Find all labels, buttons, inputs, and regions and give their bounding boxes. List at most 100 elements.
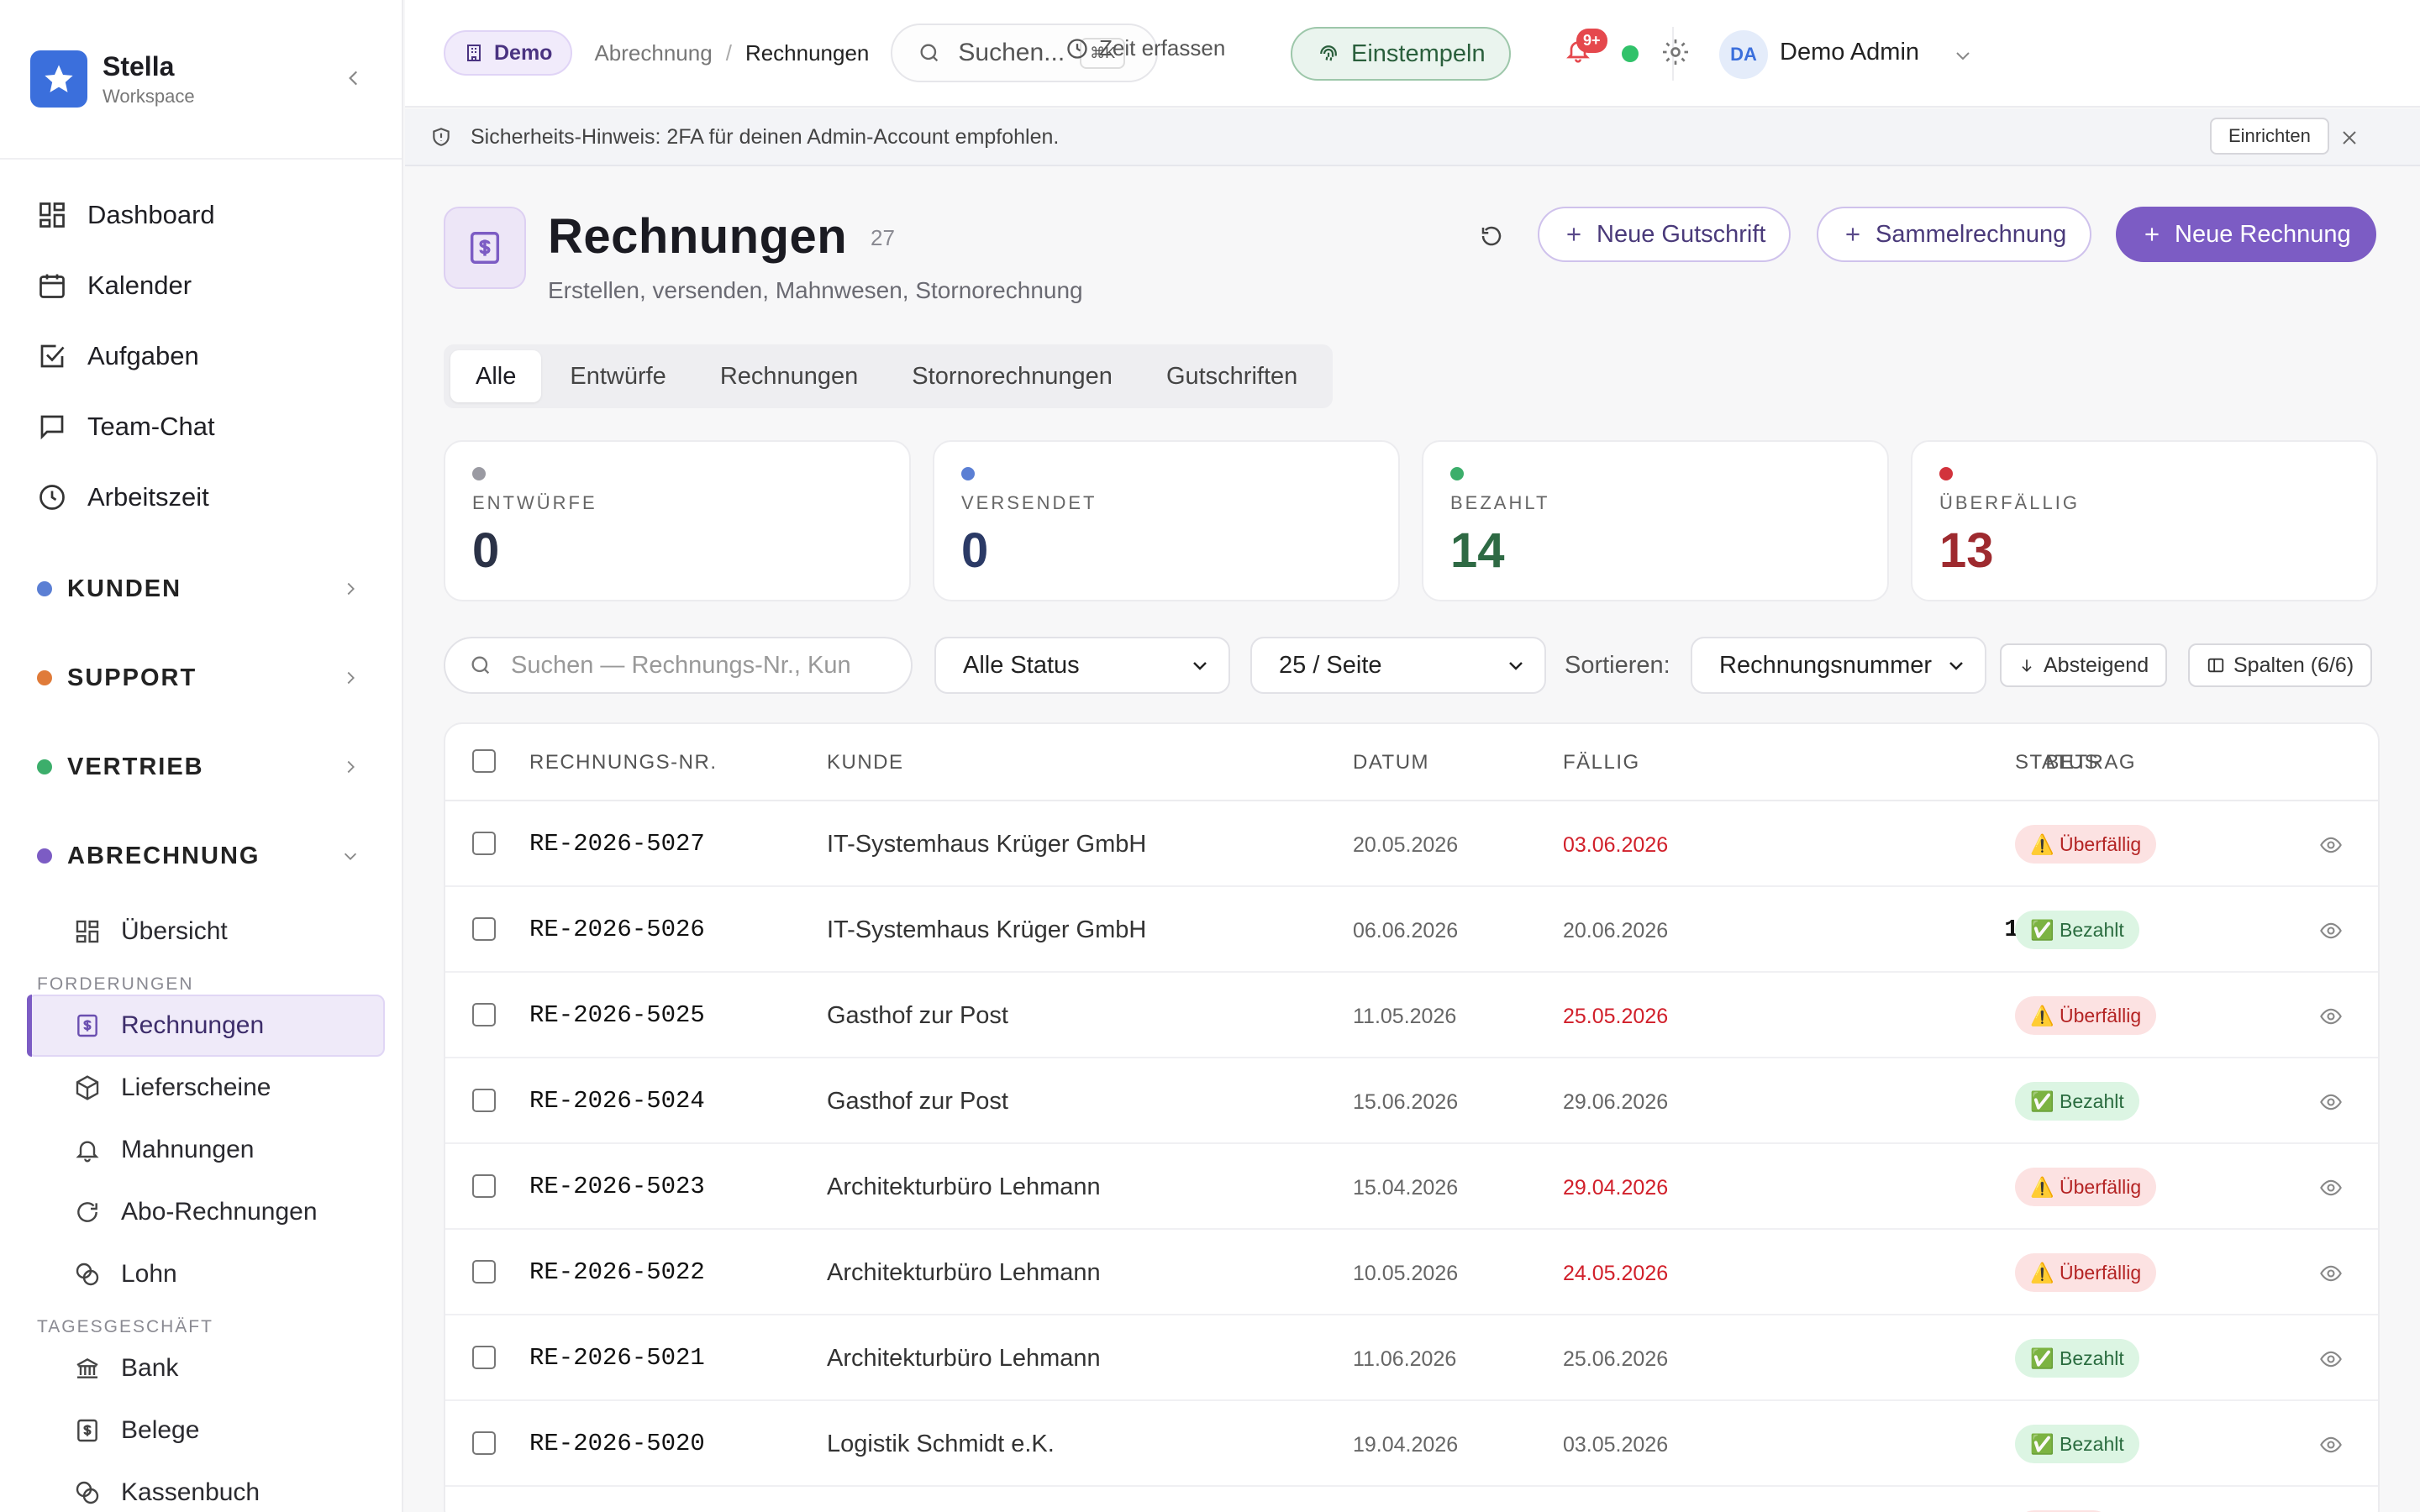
row-checkbox[interactable] xyxy=(472,1346,496,1369)
column-header-datum[interactable]: DATUM xyxy=(1353,751,1429,774)
invoice-number[interactable]: RE-2026-5021 xyxy=(529,1344,705,1372)
table-row[interactable]: RE-2026-5020 Logistik Schmidt e.K. 19.04.2… xyxy=(445,1401,2378,1487)
sidebar-item-bank[interactable]: Bank xyxy=(27,1337,385,1399)
row-checkbox[interactable] xyxy=(472,1174,496,1198)
column-header-nr[interactable]: RECHNUNGS-NR. xyxy=(529,751,718,774)
avatar[interactable]: DA xyxy=(1719,30,1768,79)
status-select[interactable]: Alle Status xyxy=(934,637,1230,694)
stat-card-ueberfaellig[interactable]: ÜBERFÄLLIG 13 xyxy=(1911,440,2378,601)
column-header-kunde[interactable]: KUNDE xyxy=(827,751,904,774)
sidebar-item-mahnungen[interactable]: Mahnungen xyxy=(27,1119,385,1181)
sammelrechnung-button[interactable]: Sammelrechnung xyxy=(1817,207,2092,262)
sort-select[interactable]: Rechnungsnummer xyxy=(1691,637,1986,694)
table-row[interactable]: RE-2026-5024 Gasthof zur Post 15.06.2026 29… xyxy=(445,1058,2378,1144)
column-header-faellig[interactable]: FÄLLIG xyxy=(1563,751,1640,774)
group-abrechnung[interactable]: ABRECHNUNG xyxy=(0,811,402,900)
search-placeholder: Suchen — Rechnungs-Nr., Kun xyxy=(511,651,851,679)
stat-value: 13 xyxy=(1939,523,1994,578)
sidebar: Stella Workspace Dashboard Kalender Aufg… xyxy=(0,0,403,1512)
due-date: 24.05.2026 xyxy=(1563,1262,1669,1285)
table-row[interactable]: RE-2026-5026 IT-Systemhaus Krüger GmbH 06.… xyxy=(445,887,2378,973)
user-name[interactable]: Demo Admin xyxy=(1780,39,1919,66)
status-badge: ⚠️ Überfällig xyxy=(2015,996,2157,1035)
shield-icon xyxy=(433,128,450,146)
eye-icon[interactable] xyxy=(2319,1176,2343,1200)
table-row[interactable]: RE-2026-5023 Architekturbüro Lehmann 15.04… xyxy=(445,1144,2378,1230)
sidebar-item-rechnungen[interactable]: Rechnungen xyxy=(27,995,385,1057)
eye-icon[interactable] xyxy=(2319,919,2343,942)
table-row[interactable]: RE-2026-5021 Architekturbüro Lehmann 11.06… xyxy=(445,1315,2378,1401)
sort-order-button[interactable]: Absteigend xyxy=(2000,643,2168,687)
nav-label: Aufgaben xyxy=(87,341,199,370)
eye-icon[interactable] xyxy=(2319,1347,2343,1371)
sidebar-item-abo-rechnungen[interactable]: Abo-Rechnungen xyxy=(27,1181,385,1243)
coins-icon xyxy=(76,1481,99,1504)
row-checkbox[interactable] xyxy=(472,917,496,941)
invoice-search-input[interactable]: Suchen — Rechnungs-Nr., Kun xyxy=(444,637,913,694)
breadcrumb-abrechnung[interactable]: Abrechnung xyxy=(594,40,712,66)
select-all-checkbox[interactable] xyxy=(472,749,496,773)
group-vertrieb[interactable]: VERTRIEB xyxy=(0,722,402,811)
sidebar-item-lieferscheine[interactable]: Lieferscheine xyxy=(27,1057,385,1119)
group-kunden[interactable]: KUNDEN xyxy=(0,544,402,633)
invoice-number[interactable]: RE-2026-5023 xyxy=(529,1173,705,1200)
collapse-sidebar-icon[interactable] xyxy=(343,67,365,89)
invoice-number[interactable]: RE-2026-5027 xyxy=(529,830,705,858)
invoice-number[interactable]: RE-2026-5020 xyxy=(529,1430,705,1457)
sidebar-item-kassenbuch[interactable]: Kassenbuch xyxy=(27,1462,385,1512)
invoice-number[interactable]: RE-2026-5026 xyxy=(529,916,705,943)
close-icon[interactable] xyxy=(2314,128,2378,148)
neue-rechnung-button[interactable]: Neue Rechnung xyxy=(2116,207,2376,262)
invoice-number[interactable]: RE-2026-5025 xyxy=(529,1001,705,1029)
sidebar-item-belege[interactable]: Belege xyxy=(27,1399,385,1462)
nav-arbeitszeit[interactable]: Arbeitszeit xyxy=(0,462,402,533)
nav-team-chat[interactable]: Team-Chat xyxy=(0,391,402,462)
select-value: 25 / Seite xyxy=(1279,651,1382,679)
neue-gutschrift-button[interactable]: Neue Gutschrift xyxy=(1538,207,1791,262)
row-checkbox[interactable] xyxy=(472,1431,496,1455)
select-value: Rechnungsnummer xyxy=(1719,651,1933,679)
table-row[interactable]: RE-2026-5027 IT-Systemhaus Krüger GmbH 20.… xyxy=(445,801,2378,887)
group-dot xyxy=(37,759,52,774)
group-support[interactable]: SUPPORT xyxy=(0,633,402,722)
row-checkbox[interactable] xyxy=(472,1089,496,1112)
sidebar-item-lohn[interactable]: Lohn xyxy=(27,1243,385,1305)
invoice-number[interactable]: RE-2026-5024 xyxy=(529,1087,705,1115)
row-checkbox[interactable] xyxy=(472,1260,496,1284)
tab-rechnungen[interactable]: Rechnungen xyxy=(695,350,883,402)
stat-card-bezahlt[interactable]: BEZAHLT 14 xyxy=(1422,440,1889,601)
eye-icon[interactable] xyxy=(2319,1005,2343,1028)
nav-kalender[interactable]: Kalender xyxy=(0,250,402,321)
tab-entwuerfe[interactable]: Entwürfe xyxy=(544,350,691,402)
row-checkbox[interactable] xyxy=(472,1003,496,1026)
eye-icon[interactable] xyxy=(2319,1433,2343,1457)
tab-stornorechnungen[interactable]: Stornorechnungen xyxy=(886,350,1138,402)
demo-badge[interactable]: Demo xyxy=(444,30,573,76)
zeit-erfassen-button[interactable]: Zeit erfassen xyxy=(1065,35,1225,61)
table-row[interactable] xyxy=(445,1487,2378,1512)
eye-icon[interactable] xyxy=(2319,833,2343,857)
stat-card-versendet[interactable]: VERSENDET 0 xyxy=(933,440,1400,601)
table-row[interactable]: RE-2026-5022 Architekturbüro Lehmann 10.05… xyxy=(445,1230,2378,1315)
columns-button[interactable]: Spalten (6/6) xyxy=(2188,643,2373,687)
einstempeln-button[interactable]: Einstempeln xyxy=(1291,27,1511,81)
einrichten-button[interactable]: Einrichten xyxy=(2210,118,2329,155)
invoice-number[interactable]: RE-2026-5022 xyxy=(529,1258,705,1286)
row-checkbox[interactable] xyxy=(472,832,496,855)
table-row[interactable]: RE-2026-5025 Gasthof zur Post 11.05.2026 25… xyxy=(445,973,2378,1058)
tab-alle[interactable]: Alle xyxy=(450,350,542,402)
per-page-select[interactable]: 25 / Seite xyxy=(1250,637,1546,694)
nav-dashboard[interactable]: Dashboard xyxy=(0,180,402,250)
eye-icon[interactable] xyxy=(2319,1262,2343,1285)
eye-icon[interactable] xyxy=(2319,1090,2343,1114)
sidebar-item-uebersicht[interactable]: Übersicht xyxy=(27,900,385,963)
tab-gutschriften[interactable]: Gutschriften xyxy=(1141,350,1323,402)
refresh-icon[interactable] xyxy=(1479,223,1504,249)
nav-aufgaben[interactable]: Aufgaben xyxy=(0,321,402,391)
column-header-status[interactable]: STATUS xyxy=(2015,751,2099,774)
stat-card-entwuerfe[interactable]: ENTWÜRFE 0 xyxy=(444,440,911,601)
gear-icon[interactable] xyxy=(1660,37,1691,67)
chevron-down-icon[interactable] xyxy=(1953,45,1973,66)
columns-icon xyxy=(2207,658,2224,673)
clock-icon xyxy=(39,485,65,510)
